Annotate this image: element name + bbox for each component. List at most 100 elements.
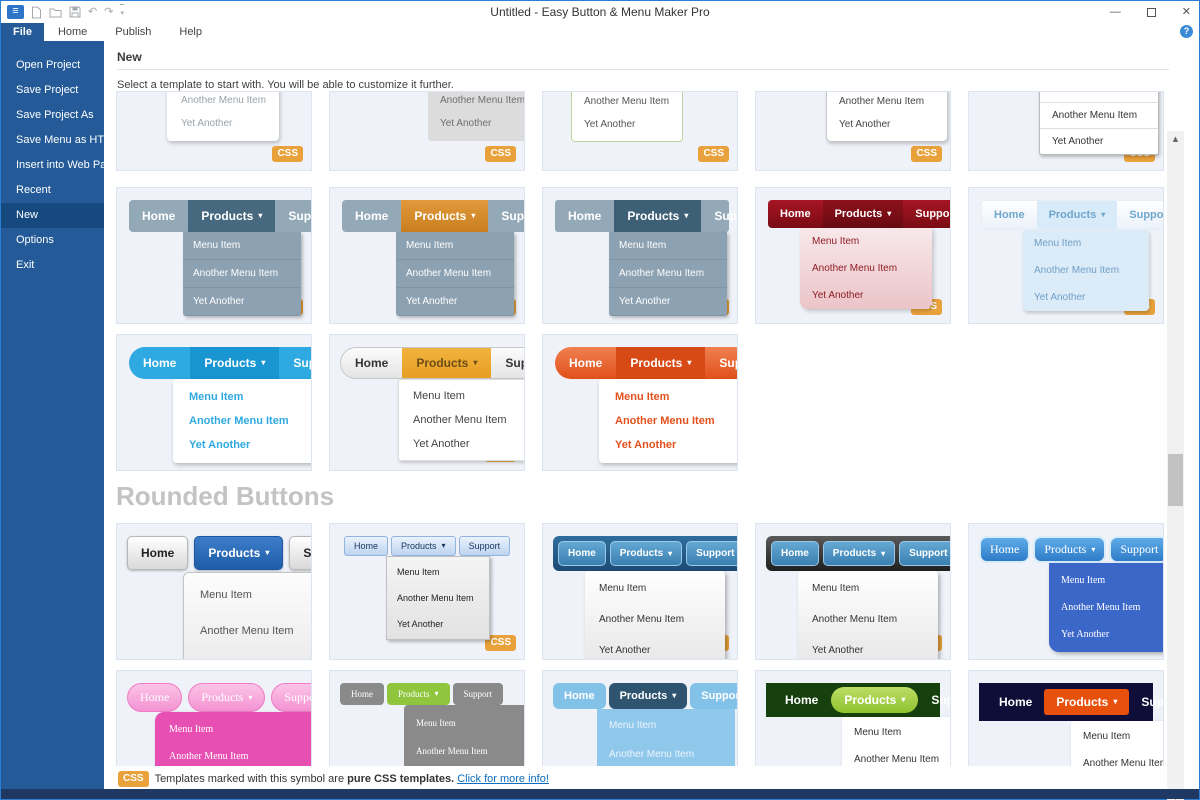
tab-home[interactable]: Home [44, 23, 101, 41]
dropdown-preview: Another Menu ItemYet Another [571, 91, 683, 142]
template-card[interactable]: HomeProducts▾SupportMenu ItemAnother Men… [329, 670, 525, 766]
menu-item-label: Another Menu Item [827, 91, 947, 113]
dropdown-arrow-icon: ▾ [687, 359, 691, 367]
menu-support-button: Support [1129, 689, 1164, 715]
new-document-icon[interactable] [31, 6, 42, 19]
menu-products-button: Products▾ [188, 200, 275, 232]
open-folder-icon[interactable] [49, 7, 62, 18]
tab-file[interactable]: File [1, 23, 44, 41]
menu-item-label: Yet Another [404, 765, 525, 766]
dropdown-preview: Another Menu ItemYet Another [428, 91, 525, 141]
close-icon[interactable]: ✕ [1182, 7, 1191, 18]
template-card[interactable]: HomeProducts▾SupportMenu ItemAnother Men… [542, 334, 738, 471]
menu-item-label: Yet Another [798, 635, 938, 660]
app-menu-icon[interactable]: ≡ [7, 5, 24, 19]
css-badge: CSS [698, 146, 729, 162]
scroll-up-icon[interactable]: ▲ [1167, 131, 1184, 148]
menu-item-label: Another Menu Item [396, 260, 514, 288]
sidebar-item-save-project[interactable]: Save Project [1, 78, 104, 103]
sidebar-item-options[interactable]: Options [1, 228, 104, 253]
help-icon[interactable]: ? [1180, 25, 1193, 38]
template-row: HomeProducts▾SupportMenu ItemAnother Men… [116, 670, 1199, 766]
menu-item-label: Another Menu Item [167, 91, 279, 112]
dropdown-preview: Menu ItemAnother Menu ItemYet Another [1071, 721, 1164, 766]
minimize-icon[interactable]: — [1110, 7, 1121, 18]
template-card[interactable]: Another Menu ItemYet Another CSS [755, 91, 951, 171]
template-row: Another Menu ItemYet AnotherCSSAnother M… [116, 91, 1199, 171]
template-grid: Another Menu ItemYet AnotherCSSAnother M… [104, 91, 1199, 766]
template-card[interactable]: Menu ItemAnother Menu ItemYet AnotherCSS [968, 91, 1164, 171]
template-card[interactable]: HomeProducts▾SupportMenu ItemAnother Men… [329, 187, 525, 324]
tab-help[interactable]: Help [165, 23, 216, 41]
template-card[interactable]: HomeProducts▾SupportMenu ItemAnother Men… [968, 523, 1164, 660]
template-card[interactable]: HomeProducts▾SupportMenu ItemAnother Men… [116, 523, 312, 660]
menu-bar-preview: HomeProducts▾Support [553, 683, 738, 709]
dropdown-arrow-icon: ▾ [261, 359, 265, 367]
sidebar-item-open-project[interactable]: Open Project [1, 53, 104, 78]
menu-item-label: Menu Item [842, 719, 951, 746]
menu-item-label: Yet Another [167, 112, 279, 135]
save-icon[interactable] [69, 6, 81, 18]
menu-item-label: Another Menu Item [428, 91, 525, 112]
template-card[interactable]: HomeProducts▾SupportMenu ItemAnother Men… [116, 334, 312, 471]
dropdown-arrow-icon: ▾ [684, 212, 688, 220]
menu-products-button: Products▾ [190, 347, 279, 379]
menu-support-button: Support [279, 347, 312, 379]
css-badge: CSS [485, 635, 516, 651]
sidebar-item-save-menu-as-html[interactable]: Save Menu as HTML [1, 128, 104, 153]
menu-item-label: Another Menu Item [173, 409, 312, 433]
template-card[interactable]: Another Menu ItemYet AnotherCSS [329, 91, 525, 171]
menu-support-button: Support [1109, 536, 1164, 563]
menu-support-button: Support [690, 683, 738, 709]
dropdown-preview: Menu ItemAnother Menu ItemYet Another [800, 228, 932, 309]
sidebar-item-insert-into-web-page[interactable]: Insert into Web Page [1, 153, 104, 178]
menu-bar-preview: HomeProducts▾Support [340, 683, 503, 705]
window-title: Untitled - Easy Button & Menu Maker Pro [1, 5, 1199, 19]
css-badge: CSS [911, 146, 942, 162]
template-card[interactable]: HomeProducts▾SupportMenu ItemAnother Men… [755, 670, 951, 766]
menu-support-button: Support [275, 200, 312, 232]
sidebar-item-save-project-as[interactable]: Save Project As [1, 103, 104, 128]
template-card[interactable]: HomeProducts▾SupportMenu ItemAnother Men… [542, 670, 738, 766]
redo-icon[interactable]: ↷ [104, 5, 113, 19]
template-card[interactable]: HomeProducts▾SupportMenu ItemAnother Men… [755, 523, 951, 660]
menu-item-label: Menu Item [609, 232, 727, 260]
template-card[interactable]: HomeProducts▾SupportMenu ItemAnother Men… [116, 187, 312, 324]
maximize-icon[interactable] [1147, 8, 1156, 17]
vertical-scrollbar[interactable]: ▲ ▼ [1167, 131, 1184, 800]
dropdown-preview: Menu ItemAnother Menu ItemYet Another [597, 709, 735, 766]
menu-item-label: Yet Another [183, 288, 301, 316]
template-card[interactable]: HomeProducts▾SupportMenu ItemAnother Men… [755, 187, 951, 324]
tab-publish[interactable]: Publish [101, 23, 165, 41]
sidebar-item-new[interactable]: New [1, 203, 104, 228]
menu-support-button: Support [488, 200, 525, 232]
sidebar-item-recent[interactable]: Recent [1, 178, 104, 203]
template-card[interactable]: Another Menu ItemYet AnotherCSS [116, 91, 312, 171]
menu-item-label: Yet Another [827, 113, 947, 136]
dropdown-preview: Menu ItemAnother Menu ItemYet Another [155, 712, 312, 766]
scrollbar-thumb[interactable] [1168, 454, 1183, 506]
template-card[interactable]: Another Menu ItemYet Another CSS [542, 91, 738, 171]
template-card[interactable]: HomeProducts▾SupportMenu ItemAnother Men… [968, 187, 1164, 324]
template-card[interactable]: HomeProducts▾SupportMenu ItemAnother Men… [329, 523, 525, 660]
template-card[interactable]: HomeProducts▾SupportMenu ItemAnother Men… [542, 187, 738, 324]
more-info-link[interactable]: Click for more info! [457, 773, 549, 785]
menu-item-label: Another Menu Item [800, 255, 932, 282]
template-card[interactable]: HomeProducts▾SupportMenu ItemAnother Men… [542, 523, 738, 660]
template-card[interactable]: HomeProducts▾SupportMenu ItemAnother Men… [329, 334, 525, 471]
menu-support-button: Support [459, 536, 511, 556]
template-card[interactable]: HomeProducts▾SupportMenu ItemAnother Men… [968, 670, 1164, 766]
template-row: HomeProducts▾SupportMenu ItemAnother Men… [116, 334, 1199, 471]
menu-support-button: Support [289, 536, 312, 570]
menu-home-button: Home [129, 200, 188, 232]
menu-home-button: Home [342, 200, 401, 232]
dropdown-arrow-icon: ▾ [442, 542, 446, 550]
menu-item-label: Yet Another [173, 433, 312, 457]
dropdown-arrow-icon: ▾ [248, 694, 252, 702]
sidebar-item-exit[interactable]: Exit [1, 253, 104, 278]
menu-item-label: Yet Another [800, 282, 932, 309]
menu-home-button: Home [127, 536, 188, 570]
template-card[interactable]: HomeProducts▾SupportMenu ItemAnother Men… [116, 670, 312, 766]
customize-qat-icon[interactable]: ▾ [120, 4, 124, 20]
undo-icon[interactable]: ↶ [88, 5, 97, 19]
